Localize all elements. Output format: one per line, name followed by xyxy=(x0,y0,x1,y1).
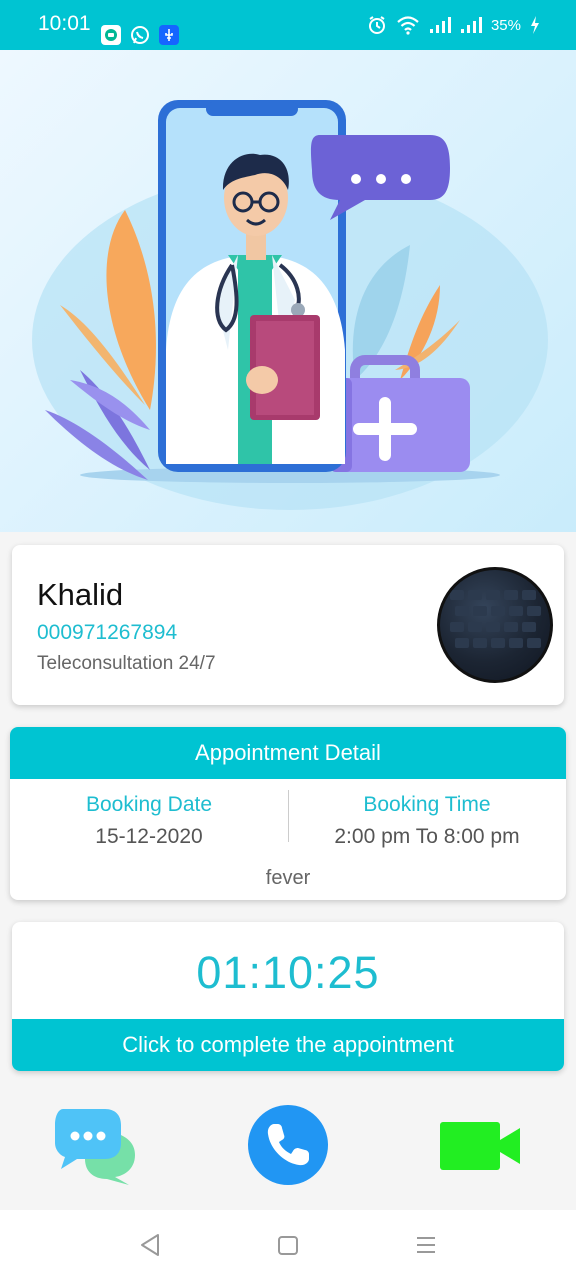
timer-card: 01:10:25 Click to complete the appointme… xyxy=(12,922,564,1071)
booking-time-value: 2:00 pm To 8:00 pm xyxy=(334,825,520,848)
booking-date-group: Booking Date 15-12-2020 xyxy=(10,793,288,849)
elapsed-timer: 01:10:25 xyxy=(196,947,380,998)
menu-nav-icon[interactable] xyxy=(415,1232,437,1258)
notification-icons xyxy=(101,25,179,45)
signal-icon xyxy=(429,17,451,33)
service-type: Teleconsultation 24/7 xyxy=(37,653,216,674)
appointment-title: Appointment Detail xyxy=(10,727,566,779)
booking-time-group: Booking Time 2:00 pm To 8:00 pm xyxy=(288,793,566,849)
chat-icon[interactable] xyxy=(55,1107,139,1192)
back-nav-icon[interactable] xyxy=(139,1232,161,1258)
call-actions xyxy=(0,1090,576,1208)
usb-icon xyxy=(159,25,179,45)
booking-time-label: Booking Time xyxy=(363,793,491,816)
whatsapp-icon xyxy=(130,25,150,45)
patient-card: Khalid 000971267894 Teleconsultation 24/… xyxy=(12,545,564,705)
patient-phone[interactable]: 000971267894 xyxy=(37,621,177,645)
home-nav-icon[interactable] xyxy=(277,1232,299,1258)
system-status: 35% xyxy=(367,15,540,35)
avatar xyxy=(437,567,553,683)
booking-date-value: 15-12-2020 xyxy=(95,825,203,848)
signal-icon xyxy=(460,17,482,33)
booking-date-label: Booking Date xyxy=(85,793,213,816)
chat-bubble-icon xyxy=(101,25,121,45)
complete-appointment-button[interactable]: Click to complete the appointment xyxy=(12,1019,564,1071)
status-time: 10:01 xyxy=(38,12,91,35)
battery-percent: 35% xyxy=(490,16,521,34)
appointment-reason: fever xyxy=(265,867,311,889)
charging-icon xyxy=(531,16,539,34)
alarm-icon xyxy=(368,16,385,34)
phone-call-icon[interactable] xyxy=(247,1104,329,1191)
patient-name: Khalid xyxy=(37,577,124,612)
doctor-illustration xyxy=(0,50,576,532)
status-bar: 10:01 35% xyxy=(0,0,576,50)
appointment-card: Appointment Detail Booking Date 15-12-20… xyxy=(10,727,566,900)
wifi-icon xyxy=(397,16,419,35)
system-nav-bar xyxy=(0,1210,576,1280)
video-call-icon[interactable] xyxy=(440,1122,520,1175)
